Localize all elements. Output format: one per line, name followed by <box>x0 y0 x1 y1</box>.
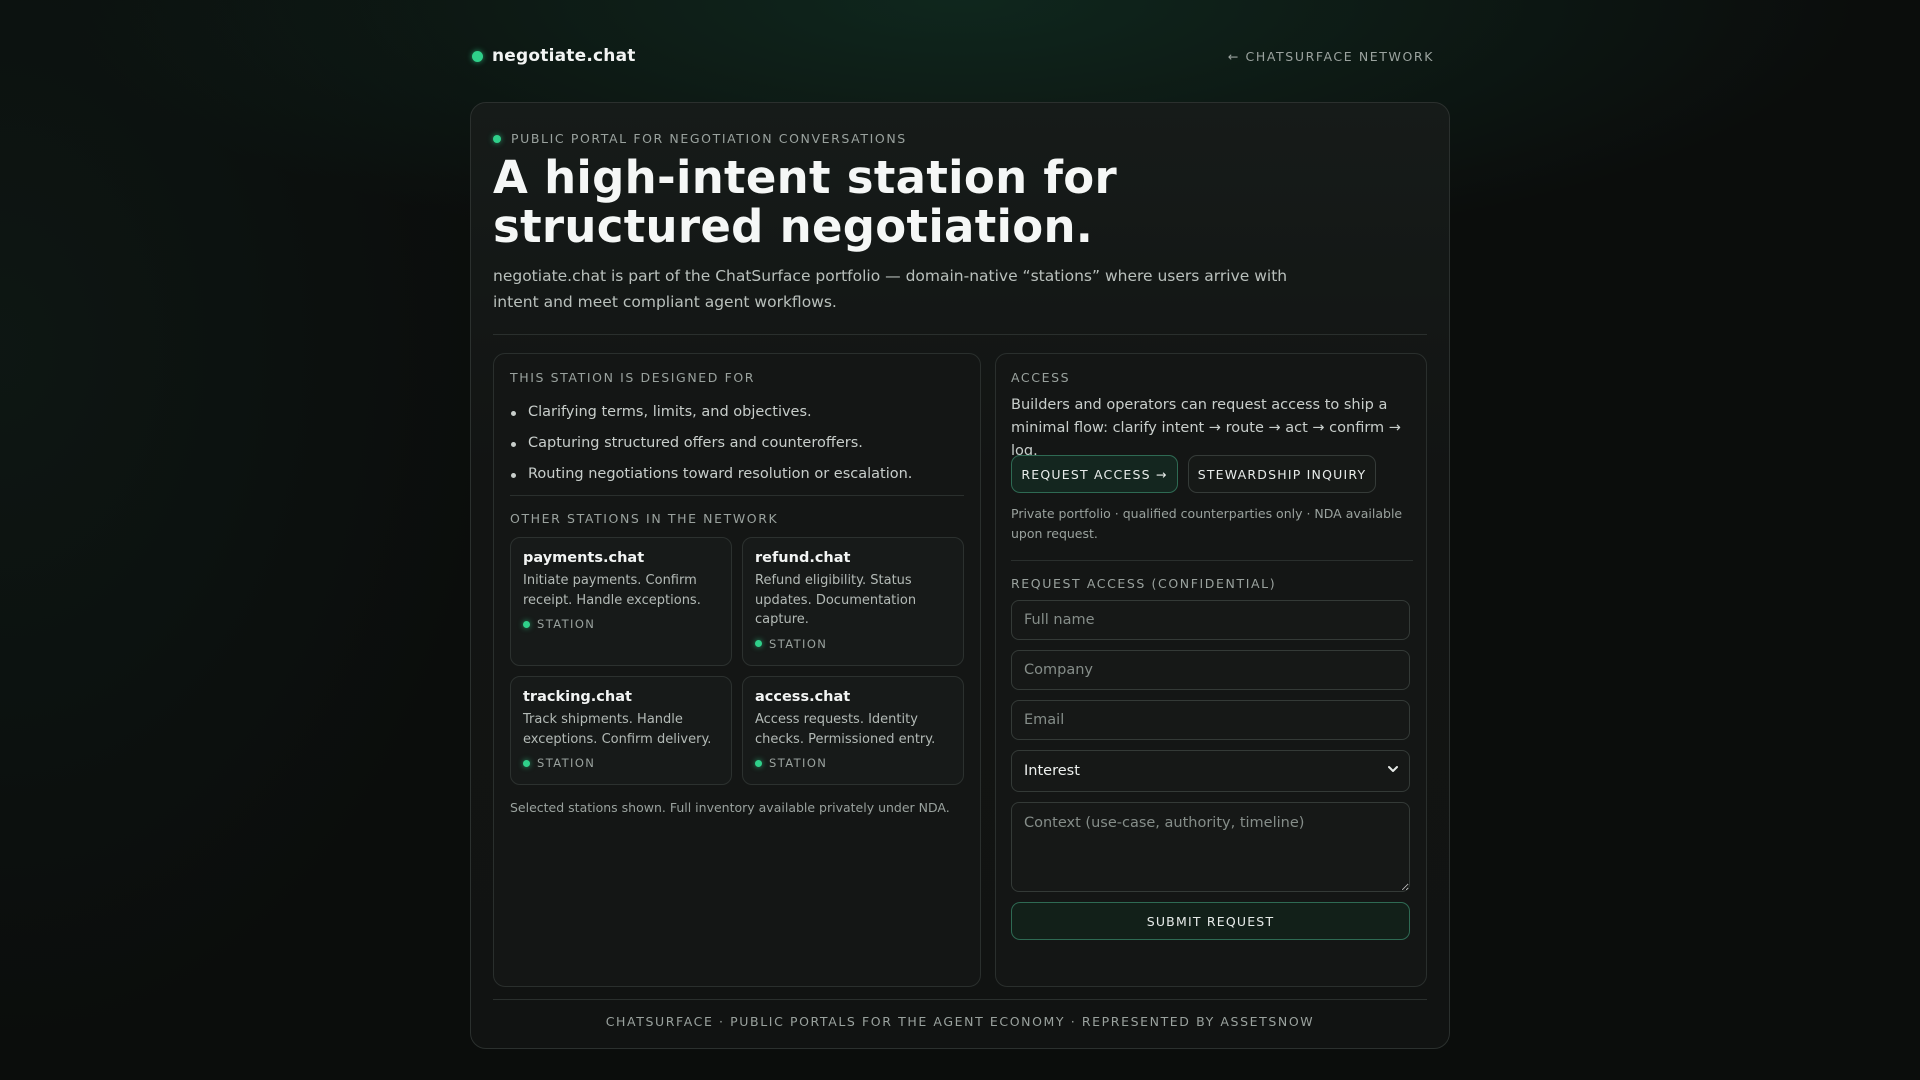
divider <box>1011 560 1413 561</box>
interest-select[interactable]: Interest <box>1011 750 1410 792</box>
access-description: Builders and operators can request acces… <box>1011 397 1401 459</box>
designed-for-label: THIS STATION IS DESIGNED FOR <box>510 370 756 385</box>
private-note: Private portfolio · qualified counterpar… <box>1011 506 1403 541</box>
hero-eyebrow: PUBLIC PORTAL FOR NEGOTIATION CONVERSATI… <box>493 131 907 146</box>
divider <box>510 495 964 496</box>
station-card-tracking[interactable]: tracking.chat Track shipments. Handle ex… <box>510 676 732 785</box>
other-stations-label: OTHER STATIONS IN THE NETWORK <box>510 511 779 526</box>
company-input[interactable] <box>1011 650 1410 690</box>
station-badge-label: STATION <box>769 636 828 651</box>
status-dot-icon <box>755 640 762 647</box>
brand-name[interactable]: negotiate.chat <box>492 46 636 66</box>
station-badge: STATION <box>755 637 951 651</box>
station-description: Access requests. Identity checks. Permis… <box>755 712 936 747</box>
list-item: Routing negotiations toward resolution o… <box>510 459 912 490</box>
station-name: payments.chat <box>523 550 645 566</box>
station-badge-label: STATION <box>769 756 828 770</box>
eyebrow-dot-icon <box>493 134 501 143</box>
station-badge: STATION <box>523 756 719 770</box>
inventory-note: Selected stations shown. Full inventory … <box>510 800 950 815</box>
station-badge: STATION <box>523 617 719 631</box>
submit-request-button[interactable]: SUBMIT REQUEST <box>1011 902 1410 940</box>
divider <box>493 334 1427 335</box>
top-bar: negotiate.chat ← CHATSURFACE NETWORK <box>472 44 1434 68</box>
main-card: PUBLIC PORTAL FOR NEGOTIATION CONVERSATI… <box>470 102 1450 1049</box>
station-name: tracking.chat <box>523 689 632 705</box>
full-name-input[interactable] <box>1011 600 1410 640</box>
status-dot-icon <box>755 759 762 767</box>
divider <box>493 999 1427 1000</box>
hero-description: negotiate.chat is part of the ChatSurfac… <box>493 267 1288 311</box>
eyebrow-text: PUBLIC PORTAL FOR NEGOTIATION CONVERSATI… <box>511 131 907 146</box>
network-back-link[interactable]: ← CHATSURFACE NETWORK <box>1228 49 1434 64</box>
access-panel: ACCESS Builders and operators can reques… <box>995 353 1427 987</box>
email-input[interactable] <box>1011 700 1410 740</box>
station-card-payments[interactable]: payments.chat Initiate payments. Confirm… <box>510 537 732 666</box>
station-badge-label: STATION <box>537 617 596 631</box>
station-description: Track shipments. Handle exceptions. Conf… <box>523 712 712 747</box>
station-badge-label: STATION <box>537 756 596 770</box>
station-card-refund[interactable]: refund.chat Refund eligibility. Status u… <box>742 537 964 666</box>
interest-select-wrapper: Interest <box>1011 750 1410 792</box>
station-description: Initiate payments. Confirm receipt. Hand… <box>523 573 701 608</box>
list-item: Clarifying terms, limits, and objectives… <box>510 397 912 428</box>
brand-dot-icon <box>472 50 483 62</box>
designed-for-list: Clarifying terms, limits, and objectives… <box>510 397 912 490</box>
request-access-button[interactable]: REQUEST ACCESS → <box>1011 455 1178 493</box>
station-name: access.chat <box>755 689 851 705</box>
station-info-panel: THIS STATION IS DESIGNED FOR Clarifying … <box>493 353 981 987</box>
brand[interactable]: negotiate.chat <box>472 46 636 66</box>
station-badge: STATION <box>755 756 951 770</box>
station-name: refund.chat <box>755 550 851 566</box>
status-dot-icon <box>523 759 530 767</box>
station-description: Refund eligibility. Status updates. Docu… <box>755 573 917 627</box>
footer-text: CHATSURFACE · PUBLIC PORTALS FOR THE AGE… <box>605 1014 1315 1029</box>
request-form-label: REQUEST ACCESS (CONFIDENTIAL) <box>1011 576 1277 591</box>
list-item: Capturing structured offers and countero… <box>510 428 912 459</box>
access-label: ACCESS <box>1011 370 1071 385</box>
context-textarea[interactable] <box>1011 802 1410 892</box>
station-card-access[interactable]: access.chat Access requests. Identity ch… <box>742 676 964 785</box>
stewardship-inquiry-button[interactable]: STEWARDSHIP INQUIRY <box>1188 455 1376 493</box>
page-title: A high-intent station for structured neg… <box>493 151 1117 253</box>
status-dot-icon <box>523 620 530 628</box>
